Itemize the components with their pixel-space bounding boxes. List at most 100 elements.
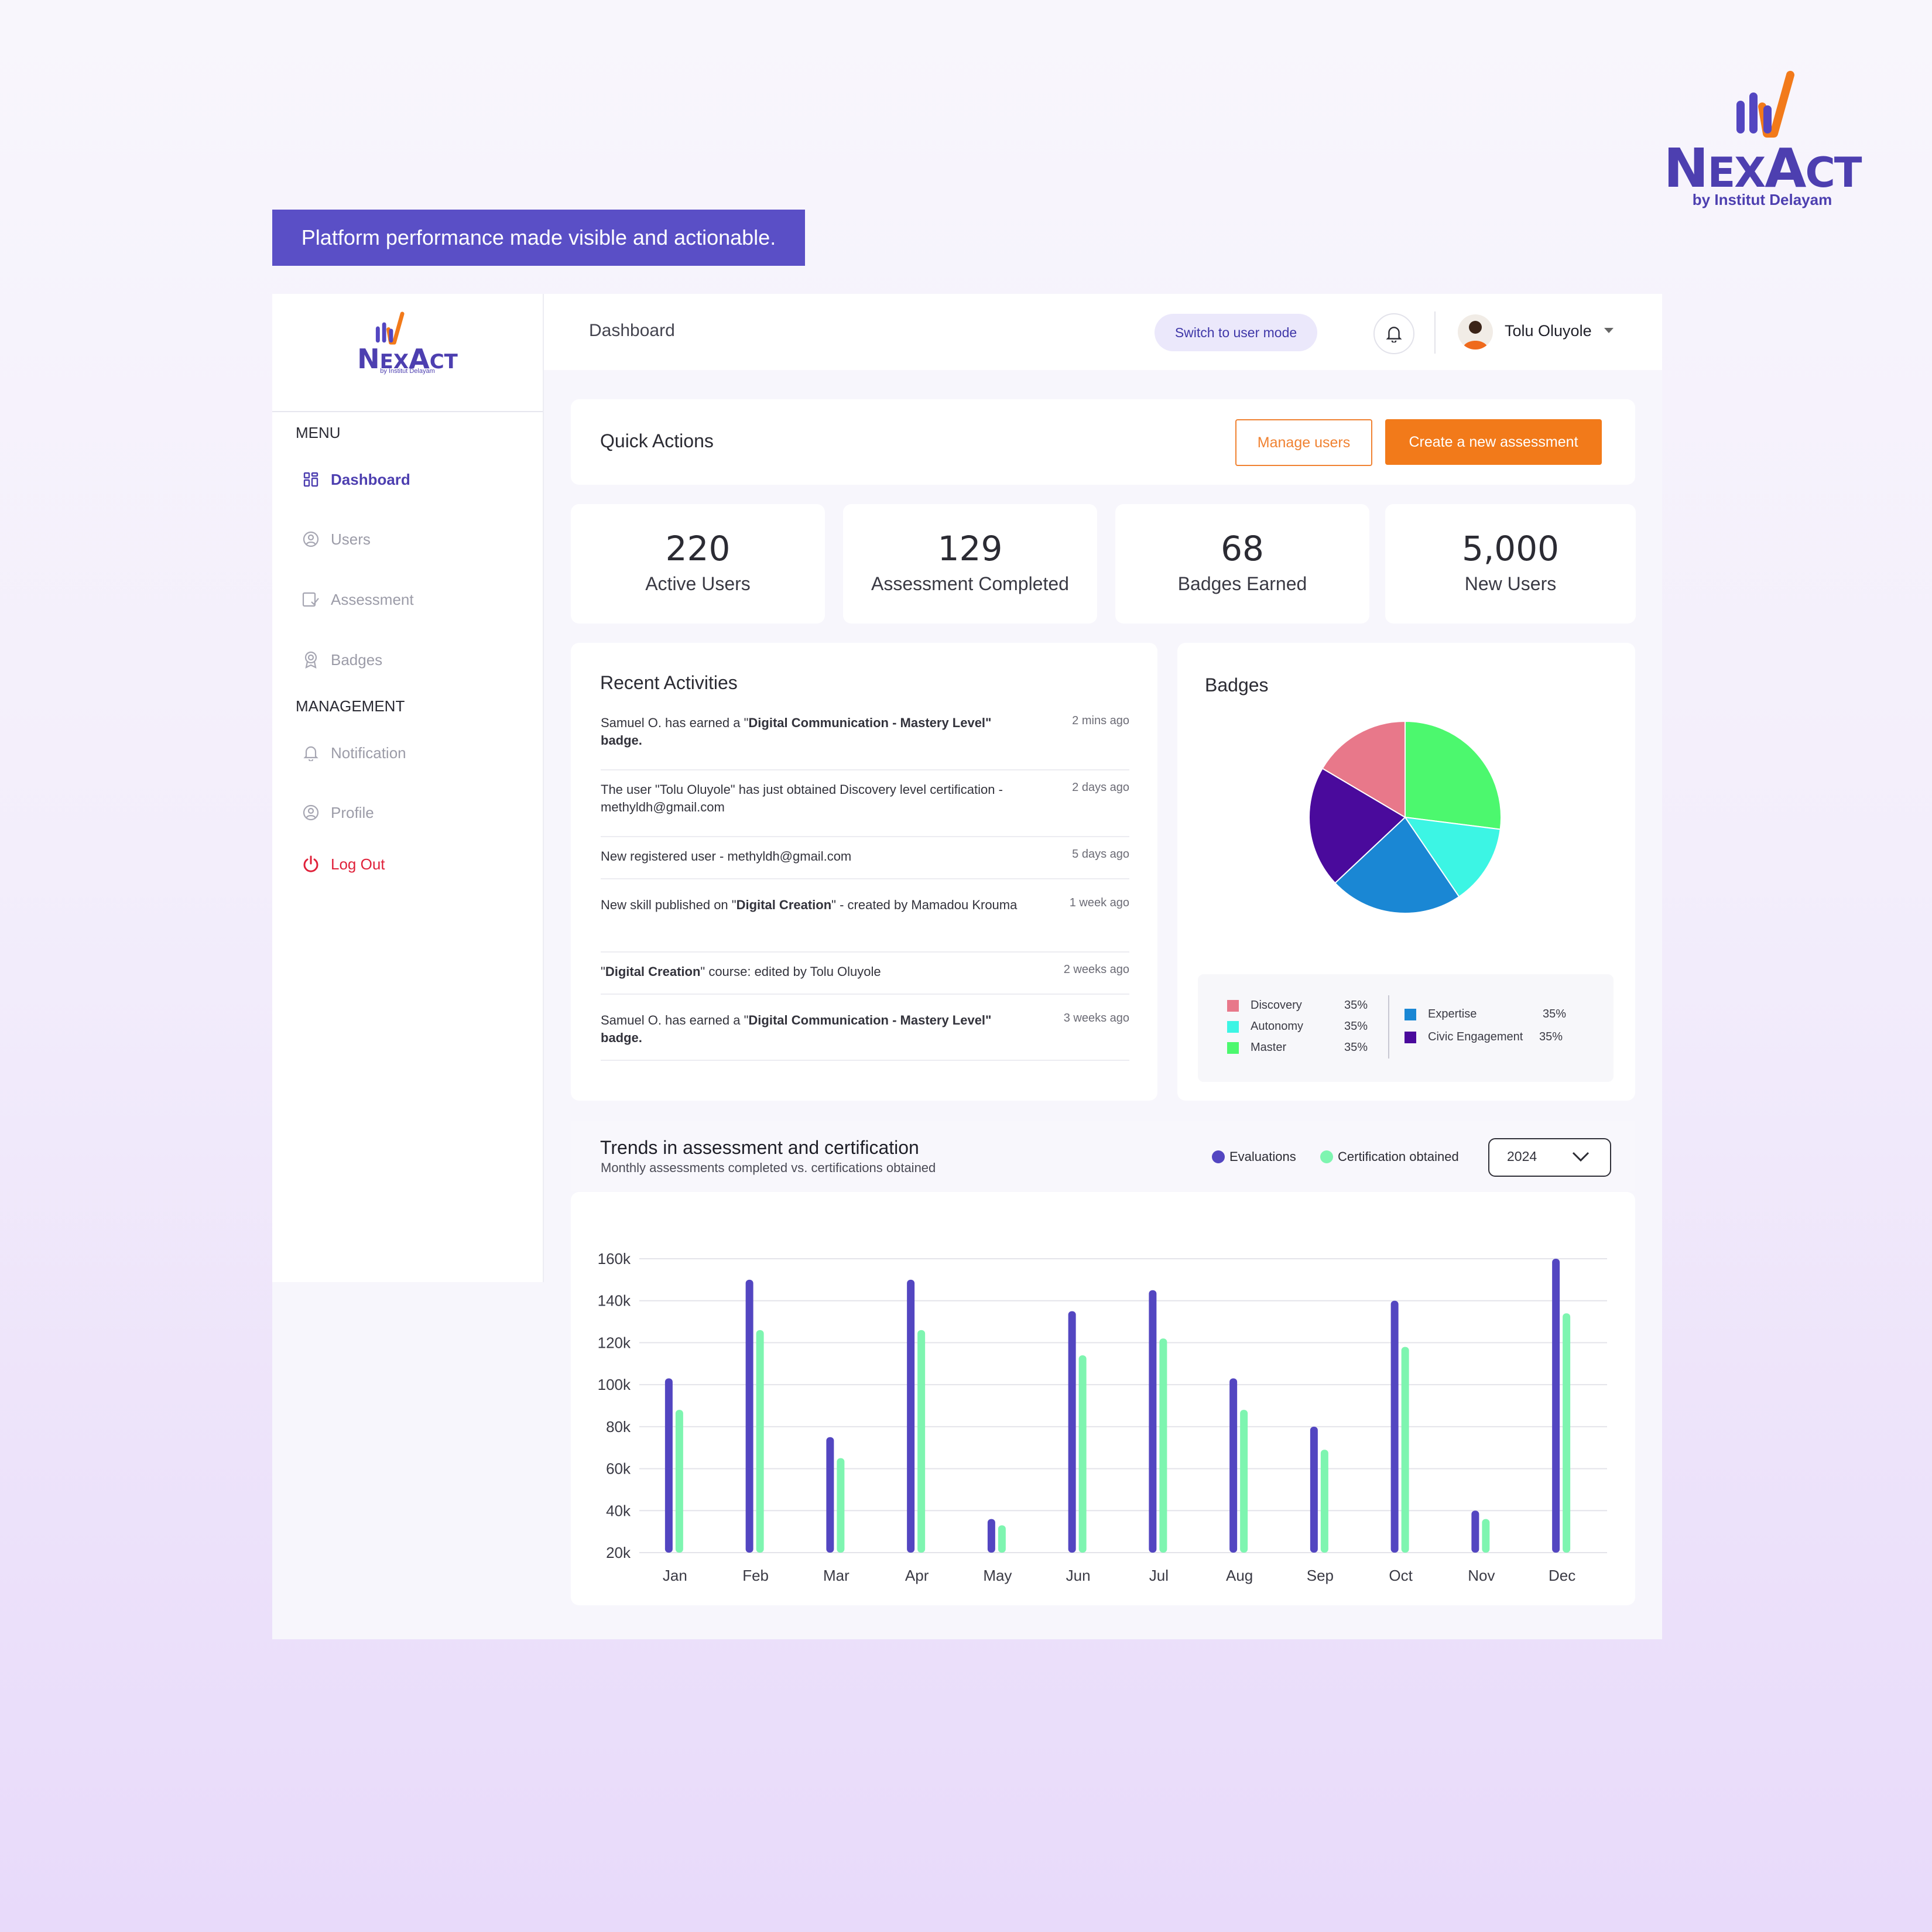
activity-item[interactable]: The user "Tolu Oluyole" has just obtaine… bbox=[601, 781, 1129, 837]
legend-swatch bbox=[1227, 999, 1239, 1012]
switch-user-mode-button[interactable]: Switch to user mode bbox=[1155, 314, 1317, 351]
y-tick-label: 140k bbox=[598, 1292, 631, 1310]
sidebar-item-dashboard[interactable]: Dashboard bbox=[302, 462, 524, 497]
trends-bar-chart: 20k 40k 60k 80k 100k 120k 140k 160k Jan Feb Mar Apr… bbox=[598, 1250, 1607, 1584]
bell-icon bbox=[302, 744, 320, 762]
bar-certification bbox=[1401, 1347, 1409, 1553]
legend-item-expertise: Expertise 35% bbox=[1405, 1008, 1566, 1021]
x-tick-label: Dec bbox=[1549, 1567, 1575, 1584]
badge-icon bbox=[302, 650, 320, 669]
top-bar bbox=[544, 294, 1662, 370]
x-tick-label: Jun bbox=[1066, 1567, 1091, 1584]
legend-item-discovery: Discovery 35% bbox=[1227, 999, 1368, 1012]
sidebar-item-label: Notification bbox=[331, 744, 406, 762]
y-tick-label: 120k bbox=[598, 1334, 631, 1351]
sidebar-item-notification[interactable]: Notification bbox=[302, 735, 524, 770]
create-assessment-button[interactable]: Create a new assessment bbox=[1385, 419, 1602, 465]
activity-text: New registered user - methyldh@gmail.com bbox=[601, 849, 852, 864]
year-select[interactable]: 2024 bbox=[1488, 1138, 1611, 1177]
chevron-down-icon bbox=[1572, 1152, 1590, 1162]
activity-time: 2 mins ago bbox=[1072, 714, 1129, 727]
y-tick-label: 100k bbox=[598, 1376, 631, 1393]
sidebar-item-badges[interactable]: Badges bbox=[302, 642, 524, 677]
management-section-label: MANAGEMENT bbox=[296, 697, 405, 715]
x-tick-label: May bbox=[983, 1567, 1012, 1584]
bar-certification bbox=[675, 1410, 683, 1553]
x-tick-label: Aug bbox=[1226, 1567, 1253, 1584]
stat-value: 220 bbox=[665, 529, 731, 568]
x-tick-label: Nov bbox=[1468, 1567, 1495, 1584]
menu-section-label: MENU bbox=[296, 424, 341, 441]
activity-item[interactable]: Samuel O. has earned a "Digital Communic… bbox=[601, 714, 1129, 770]
sidebar-item-users[interactable]: Users bbox=[302, 522, 524, 557]
badges-pie-chart bbox=[1308, 720, 1502, 914]
sidebar-item-label: Log Out bbox=[331, 855, 385, 873]
y-tick-label: 60k bbox=[606, 1460, 631, 1478]
bar-certification bbox=[917, 1330, 926, 1553]
bar-evaluations bbox=[1149, 1290, 1157, 1553]
activity-item[interactable]: New skill published on "Digital Creation… bbox=[601, 896, 1129, 953]
stat-label: Active Users bbox=[645, 573, 751, 594]
activity-item[interactable]: Samuel O. has earned a "Digital Communic… bbox=[601, 1012, 1129, 1061]
y-tick-label: 160k bbox=[598, 1250, 631, 1268]
activity-time: 3 weeks ago bbox=[1063, 1012, 1129, 1025]
bar-certification bbox=[1563, 1313, 1571, 1553]
x-tick-label: Feb bbox=[742, 1567, 769, 1584]
legend-certification: Certification obtained bbox=[1320, 1149, 1459, 1164]
x-tick-label: Mar bbox=[823, 1567, 849, 1584]
logo-mark-icon bbox=[375, 311, 405, 345]
bar-certification bbox=[1078, 1355, 1087, 1553]
user-name[interactable]: Tolu Oluyole bbox=[1505, 322, 1592, 340]
sidebar-logo[interactable]: NEXACT by Institut Delayam bbox=[272, 294, 543, 412]
y-tick-label: 80k bbox=[606, 1418, 631, 1436]
bar-evaluations bbox=[1310, 1426, 1318, 1553]
x-tick-label: Oct bbox=[1389, 1567, 1413, 1584]
stat-card-assessments: 129 Assessment Completed bbox=[843, 504, 1097, 624]
bar-certification bbox=[1159, 1338, 1167, 1553]
activity-text: Samuel O. has earned a "Digital Communic… bbox=[601, 1013, 992, 1045]
legend-evaluations: Evaluations bbox=[1212, 1149, 1296, 1164]
sidebar-item-logout[interactable]: Log Out bbox=[302, 847, 524, 882]
stat-value: 68 bbox=[1221, 529, 1264, 568]
recent-activities-title: Recent Activities bbox=[600, 672, 738, 693]
sidebar-item-profile[interactable]: Profile bbox=[302, 795, 524, 830]
sidebar-item-label: Dashboard bbox=[331, 470, 410, 488]
tagline-banner: Platform performance made visible and ac… bbox=[272, 210, 805, 266]
assessment-icon bbox=[302, 590, 320, 609]
chevron-down-icon[interactable] bbox=[1604, 328, 1614, 333]
y-tick-label: 20k bbox=[606, 1544, 631, 1561]
activity-time: 2 weeks ago bbox=[1063, 963, 1129, 976]
sidebar-item-assessment[interactable]: Assessment bbox=[302, 582, 524, 617]
bar-evaluations bbox=[1229, 1378, 1238, 1553]
activity-item[interactable]: "Digital Creation" course: edited by Tol… bbox=[601, 963, 1129, 995]
year-select-value: 2024 bbox=[1507, 1149, 1537, 1164]
legend-swatch bbox=[1405, 1031, 1416, 1043]
bar-certification bbox=[1240, 1410, 1248, 1553]
legend-swatch bbox=[1227, 1020, 1239, 1033]
brand-logo: NEXACT by Institut Delayam bbox=[1657, 70, 1868, 211]
bar-evaluations bbox=[745, 1279, 753, 1553]
notification-button[interactable] bbox=[1373, 313, 1414, 354]
stat-card-badges: 68 Badges Earned bbox=[1115, 504, 1369, 624]
y-tick-label: 40k bbox=[606, 1502, 631, 1519]
activity-text: "Digital Creation" course: edited by Tol… bbox=[601, 964, 881, 979]
pie-slice bbox=[1405, 720, 1502, 830]
header-divider bbox=[1434, 311, 1436, 354]
brand-byline: by Institut Delayam bbox=[1692, 191, 1832, 208]
legend-item-civic-engagement: Civic Engagement 35% bbox=[1405, 1030, 1563, 1044]
badges-title: Badges bbox=[1205, 674, 1269, 696]
legend-dot bbox=[1320, 1150, 1333, 1163]
avatar[interactable] bbox=[1458, 314, 1493, 350]
legend-dot bbox=[1212, 1150, 1225, 1163]
bar-certification bbox=[1320, 1450, 1328, 1553]
stat-label: Badges Earned bbox=[1177, 573, 1307, 594]
power-icon bbox=[302, 855, 320, 873]
sidebar bbox=[272, 294, 544, 1282]
activity-item[interactable]: New registered user - methyldh@gmail.com… bbox=[601, 848, 1129, 879]
page-title: Dashboard bbox=[589, 321, 675, 340]
bar-evaluations bbox=[987, 1519, 995, 1553]
manage-users-button[interactable]: Manage users bbox=[1235, 419, 1372, 466]
logo-mark-icon bbox=[1736, 71, 1794, 138]
sidebar-item-label: Badges bbox=[331, 650, 383, 669]
user-circle-icon bbox=[302, 530, 320, 549]
